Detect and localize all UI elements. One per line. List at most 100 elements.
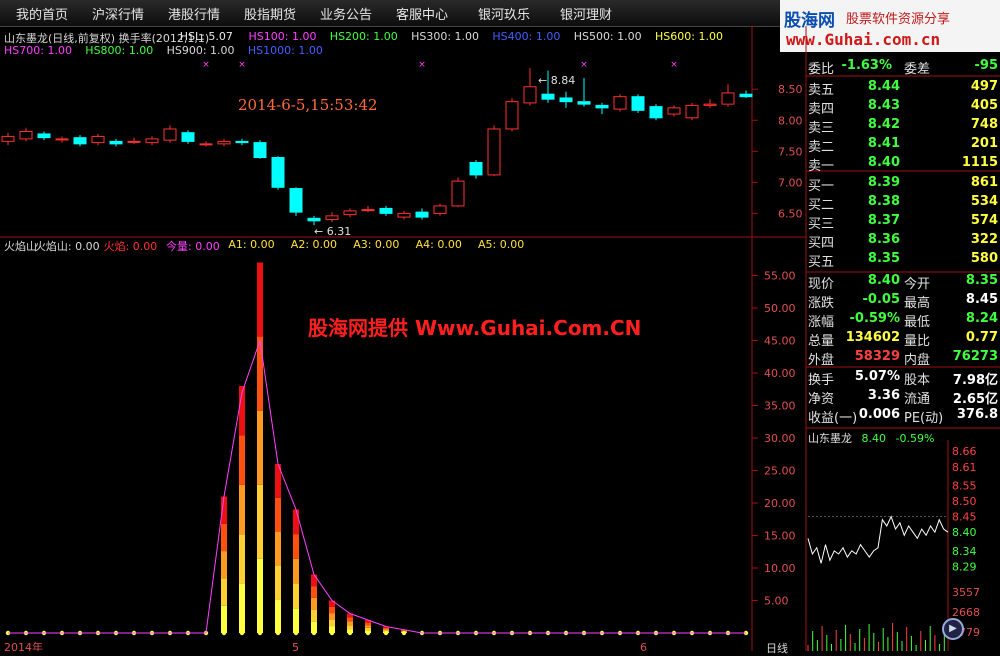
candle-body bbox=[667, 107, 681, 115]
header-field: A4: 0.00 bbox=[415, 238, 462, 251]
quote-row: 卖三 8.42 748 bbox=[808, 116, 1000, 136]
weicha-label: 委差 bbox=[904, 62, 931, 77]
bid-volume: 861 bbox=[970, 175, 998, 190]
stat-value: 5.07% bbox=[854, 369, 900, 384]
ask-label: 卖五 bbox=[808, 83, 835, 98]
y-tick-label: 7.50 bbox=[778, 145, 803, 158]
ask-price: 8.44 bbox=[867, 79, 900, 94]
volume-dot bbox=[329, 630, 335, 636]
header-field: 火焰山: 0.00 bbox=[34, 240, 100, 253]
y-tick-label: 7.00 bbox=[778, 176, 803, 189]
bid-price: 8.37 bbox=[867, 213, 900, 228]
candle-body bbox=[1, 135, 15, 142]
stat-label: 今开 bbox=[904, 277, 931, 292]
y-tick-label: 10.00 bbox=[764, 562, 796, 575]
quote-row: 委比 -1.63% 委差 -95 bbox=[808, 57, 1000, 77]
flame-bar bbox=[257, 410, 263, 485]
candle-body bbox=[55, 138, 69, 141]
intraday-change: -0.59% bbox=[895, 432, 935, 445]
candle-body bbox=[451, 180, 465, 207]
flame-bar bbox=[275, 531, 281, 566]
header-field: HS600: 1.00 bbox=[655, 30, 723, 43]
flame-bar bbox=[221, 578, 227, 606]
candle-body bbox=[343, 210, 357, 216]
stat-value: 8.40 bbox=[867, 273, 900, 288]
intraday-tick-label: 8.40 bbox=[952, 526, 977, 539]
low-label: ← 6.31 bbox=[314, 225, 351, 238]
header-field: HSL: 5.07 bbox=[179, 30, 233, 43]
quote-row: 换手 5.07% 股本 7.98亿 bbox=[808, 368, 1000, 388]
stat-value: -0.59% bbox=[849, 311, 901, 326]
header-field: HS100: 1.00 bbox=[248, 30, 317, 43]
stat-value: 0.77 bbox=[965, 330, 998, 345]
candle-body bbox=[577, 101, 591, 105]
ask-label: 卖四 bbox=[808, 102, 835, 117]
candle-body bbox=[307, 217, 321, 222]
ask-price: 8.41 bbox=[867, 136, 900, 151]
bottom-tab-daily[interactable]: 日线 bbox=[766, 640, 788, 656]
quote-row: 卖四 8.43 405 bbox=[808, 97, 1000, 117]
marker-x: × bbox=[238, 60, 246, 70]
weibi-label: 委比 bbox=[808, 62, 835, 77]
flame-bar bbox=[311, 574, 317, 587]
candle-body bbox=[73, 137, 87, 145]
flame-bar bbox=[221, 551, 227, 579]
flame-bar bbox=[383, 629, 389, 631]
flame-bar bbox=[293, 558, 299, 584]
volume-dot bbox=[365, 630, 371, 636]
stat-label: 净资 bbox=[808, 392, 835, 407]
play-icon[interactable]: ▶ bbox=[942, 618, 964, 640]
volume-dot bbox=[275, 630, 281, 636]
header-field: 火焰: 0.00 bbox=[103, 240, 158, 253]
candle-body bbox=[163, 128, 177, 141]
candle-body bbox=[181, 132, 195, 142]
candle-body bbox=[235, 140, 249, 144]
quote-row: 买三 8.37 574 bbox=[808, 212, 1000, 232]
flame-bar bbox=[239, 484, 245, 535]
volume-dot bbox=[401, 630, 407, 636]
candle-body bbox=[289, 188, 303, 213]
quote-row: 买二 8.38 534 bbox=[808, 193, 1000, 213]
intraday-tick-label: 8.29 bbox=[952, 560, 977, 573]
header-field: HS700: 1.00 bbox=[4, 44, 72, 57]
marker-x: × bbox=[670, 60, 678, 70]
ask-label: 卖一 bbox=[808, 159, 835, 174]
stat-value: 8.35 bbox=[965, 273, 998, 288]
ask-price: 8.43 bbox=[867, 98, 900, 113]
bid-label: 买三 bbox=[808, 217, 835, 232]
flame-bar bbox=[329, 620, 335, 627]
volume-dot bbox=[383, 630, 389, 636]
candle-body bbox=[37, 133, 51, 139]
y-tick-label: 25.00 bbox=[764, 465, 796, 478]
stat-value: 58329 bbox=[854, 349, 900, 364]
candle-body bbox=[433, 205, 447, 214]
intraday-title: 山东墨龙 8.40 -0.59% bbox=[808, 430, 934, 446]
header-field: A5: 0.00 bbox=[478, 238, 525, 251]
intraday-name: 山东墨龙 bbox=[808, 432, 852, 445]
candle-body bbox=[505, 101, 519, 130]
datetime-annotation: 2014-6-5,15:53:42 bbox=[238, 96, 378, 114]
flame-bar bbox=[311, 586, 317, 598]
ask-label: 卖三 bbox=[808, 121, 835, 136]
stat-label: 换手 bbox=[808, 373, 835, 388]
candle-body bbox=[739, 93, 753, 98]
bid-price: 8.38 bbox=[867, 194, 900, 209]
stat-value: 134602 bbox=[845, 330, 900, 345]
high-label: ← 8.84 bbox=[538, 74, 575, 87]
quote-row: 卖一 8.40 1115 bbox=[808, 154, 1000, 174]
quote-row: 外盘 58329 内盘 76273 bbox=[808, 348, 1000, 368]
volume-dot bbox=[311, 630, 317, 636]
weicha-value: -95 bbox=[974, 58, 999, 73]
ask-price: 8.40 bbox=[867, 155, 900, 170]
candle-body bbox=[703, 103, 717, 106]
header-field: 今量: 0.00 bbox=[166, 240, 220, 253]
header-field: HS500: 1.00 bbox=[573, 30, 642, 43]
y-tick-label: 6.50 bbox=[778, 207, 803, 220]
intraday-vol-tick: 3557 bbox=[952, 586, 980, 599]
flame-line bbox=[8, 340, 746, 634]
x-axis-label: 2014年 bbox=[4, 640, 43, 651]
y-tick-label: 5.00 bbox=[764, 595, 789, 608]
quote-row: 买五 8.35 580 bbox=[808, 250, 1000, 270]
stat-label: 外盘 bbox=[808, 353, 835, 368]
stat-value: 2.65亿 bbox=[952, 392, 998, 407]
